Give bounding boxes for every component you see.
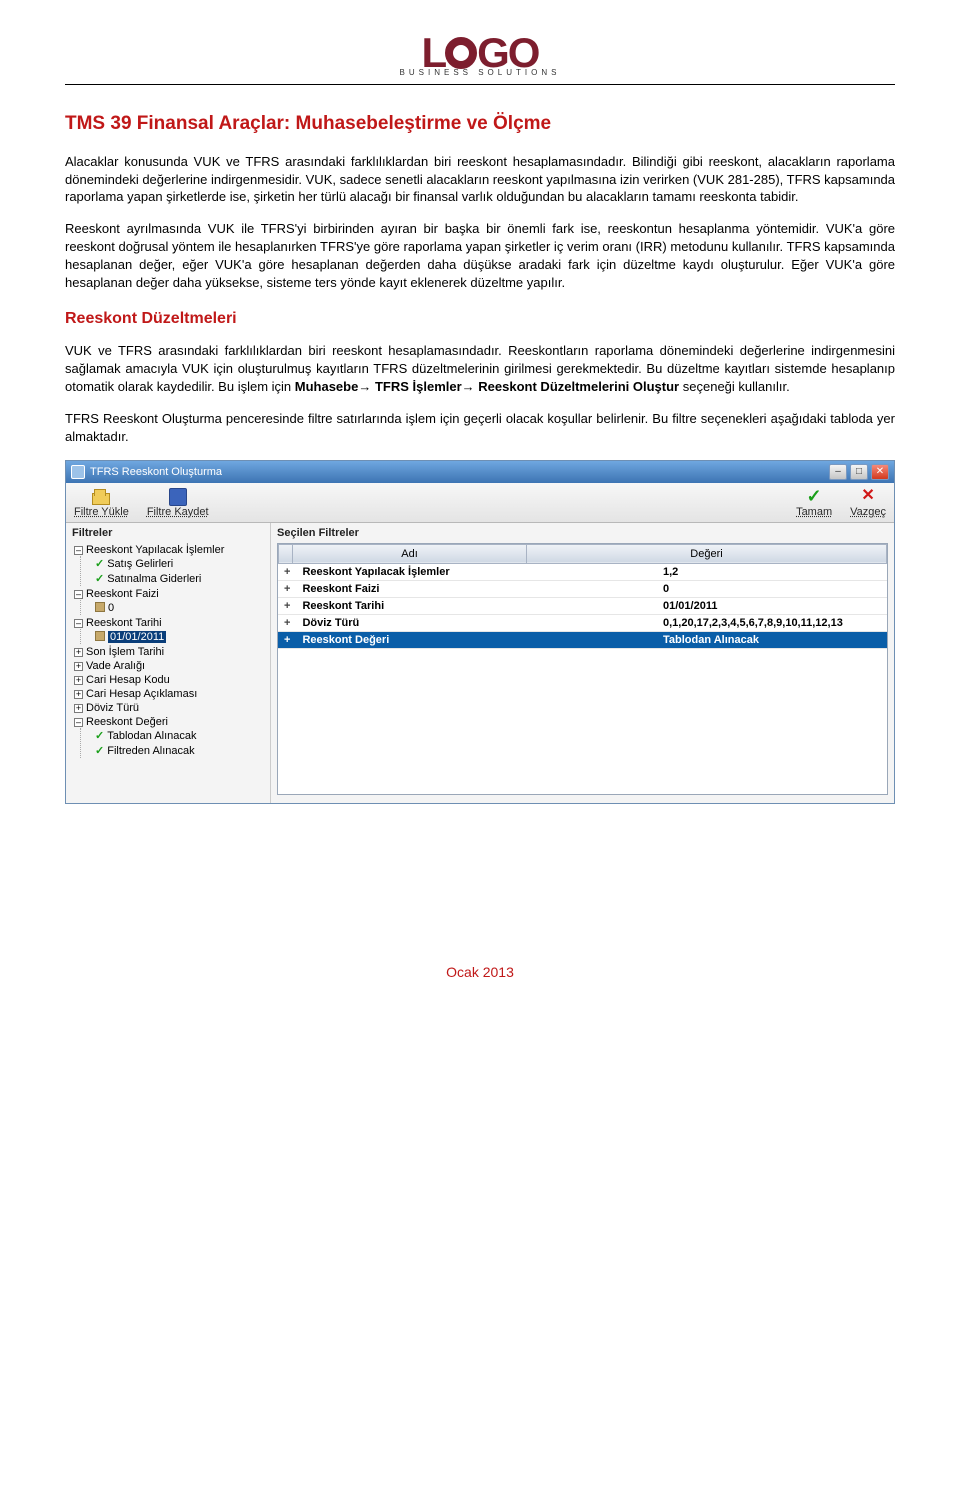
row-name: Döviz Türü xyxy=(296,614,657,631)
row-value: 0,1,20,17,2,3,4,5,6,7,8,9,10,11,12,13 xyxy=(657,614,887,631)
tree-toggle[interactable]: + xyxy=(74,648,83,657)
selected-filters-title: Seçilen Filtreler xyxy=(277,527,888,539)
row-expand-toggle[interactable]: + xyxy=(278,597,296,614)
row-value: 01/01/2011 xyxy=(657,597,887,614)
check-icon: ✓ xyxy=(95,745,104,757)
tree-toggle[interactable]: + xyxy=(74,690,83,699)
titlebar: TFRS Reeskont Oluşturma – □ ✕ xyxy=(66,461,894,483)
tree-toggle[interactable]: – xyxy=(74,546,83,555)
row-value: 1,2 xyxy=(657,564,887,581)
filters-tree[interactable]: –Reeskont Yapılacak İşlemler ✓Satış Geli… xyxy=(72,543,264,759)
filtre-kaydet-button[interactable]: Filtre Kaydet xyxy=(147,487,209,518)
check-icon xyxy=(803,487,825,505)
page-footer: Ocak 2013 xyxy=(65,964,895,980)
selected-filters-grid[interactable]: Adı Değeri +Reeskont Yapılacak İşlemler1… xyxy=(277,543,888,795)
window-close-button[interactable]: ✕ xyxy=(871,464,889,480)
tree-toggle[interactable]: + xyxy=(74,676,83,685)
table-row[interactable]: +Reeskont Faizi0 xyxy=(278,580,887,597)
filters-panel-title: Filtreler xyxy=(72,527,264,539)
nav-path-1: Muhasebe xyxy=(295,379,359,394)
tree-toggle[interactable]: + xyxy=(74,704,83,713)
row-value: Tablodan Alınacak xyxy=(657,631,887,648)
titlebar-icon xyxy=(71,465,85,479)
tree-toggle[interactable]: – xyxy=(74,718,83,727)
table-row[interactable]: +Reeskont Tarihi01/01/2011 xyxy=(278,597,887,614)
paragraph-2: Reeskont ayrılmasında VUK ile TFRS'yi bi… xyxy=(65,220,895,292)
page-title: TMS 39 Finansal Araçlar: Muhasebeleştirm… xyxy=(65,113,895,135)
table-row[interactable]: +Reeskont Yapılacak İşlemler1,2 xyxy=(278,564,887,581)
filtre-yukle-button[interactable]: Filtre Yükle xyxy=(74,487,129,518)
paragraph-1: Alacaklar konusunda VUK ve TFRS arasında… xyxy=(65,153,895,207)
save-icon xyxy=(167,487,189,505)
toolbar: Filtre Yükle Filtre Kaydet Tamam Vazgeç xyxy=(66,483,894,523)
folder-open-icon xyxy=(90,487,112,505)
section-heading: Reeskont Düzeltmeleri xyxy=(65,310,895,328)
tree-toggle[interactable]: + xyxy=(74,662,83,671)
field-icon xyxy=(95,631,105,641)
row-name: Reeskont Değeri xyxy=(296,631,657,648)
row-expand-toggle[interactable]: + xyxy=(278,564,296,581)
row-name: Reeskont Yapılacak İşlemler xyxy=(296,564,657,581)
column-header-degeri[interactable]: Değeri xyxy=(527,544,887,563)
nav-path-2: TFRS İşlemler xyxy=(375,379,462,394)
row-value: 0 xyxy=(657,580,887,597)
filters-panel: Filtreler –Reeskont Yapılacak İşlemler ✓… xyxy=(66,523,271,803)
row-expand-toggle[interactable]: + xyxy=(278,631,296,648)
table-row[interactable]: +Reeskont DeğeriTablodan Alınacak xyxy=(278,631,887,648)
row-name: Reeskont Tarihi xyxy=(296,597,657,614)
window-maximize-button[interactable]: □ xyxy=(850,464,868,480)
check-icon: ✓ xyxy=(95,730,104,742)
check-icon: ✓ xyxy=(95,573,104,585)
cancel-icon xyxy=(857,487,879,505)
tree-toggle[interactable]: – xyxy=(74,619,83,628)
row-name: Reeskont Faizi xyxy=(296,580,657,597)
tree-toggle[interactable]: – xyxy=(74,590,83,599)
nav-path-3: Reeskont Düzeltmelerini Oluştur xyxy=(478,379,679,394)
row-expand-toggle[interactable]: + xyxy=(278,614,296,631)
selected-filters-panel: Seçilen Filtreler Adı Değeri +Reeskont Y… xyxy=(271,523,894,803)
paragraph-4: TFRS Reeskont Oluşturma penceresinde fil… xyxy=(65,410,895,446)
row-expand-toggle[interactable]: + xyxy=(278,580,296,597)
check-icon: ✓ xyxy=(95,558,104,570)
logo: LGO BUSINESS SOLUTIONS xyxy=(65,35,895,78)
vazgec-button[interactable]: Vazgeç xyxy=(850,487,886,518)
app-window: TFRS Reeskont Oluşturma – □ ✕ Filtre Yük… xyxy=(65,460,895,804)
logo-tagline: BUSINESS SOLUTIONS xyxy=(400,68,561,77)
tree-selected-item[interactable]: 01/01/2011 xyxy=(108,631,166,643)
window-minimize-button[interactable]: – xyxy=(829,464,847,480)
field-icon xyxy=(95,602,105,612)
tamam-button[interactable]: Tamam xyxy=(796,487,832,518)
column-header-adi[interactable]: Adı xyxy=(293,544,527,563)
window-title: TFRS Reeskont Oluşturma xyxy=(90,466,222,478)
header-divider xyxy=(65,84,895,85)
table-row[interactable]: +Döviz Türü0,1,20,17,2,3,4,5,6,7,8,9,10,… xyxy=(278,614,887,631)
paragraph-3: VUK ve TFRS arasındaki farklılıklardan b… xyxy=(65,342,895,396)
